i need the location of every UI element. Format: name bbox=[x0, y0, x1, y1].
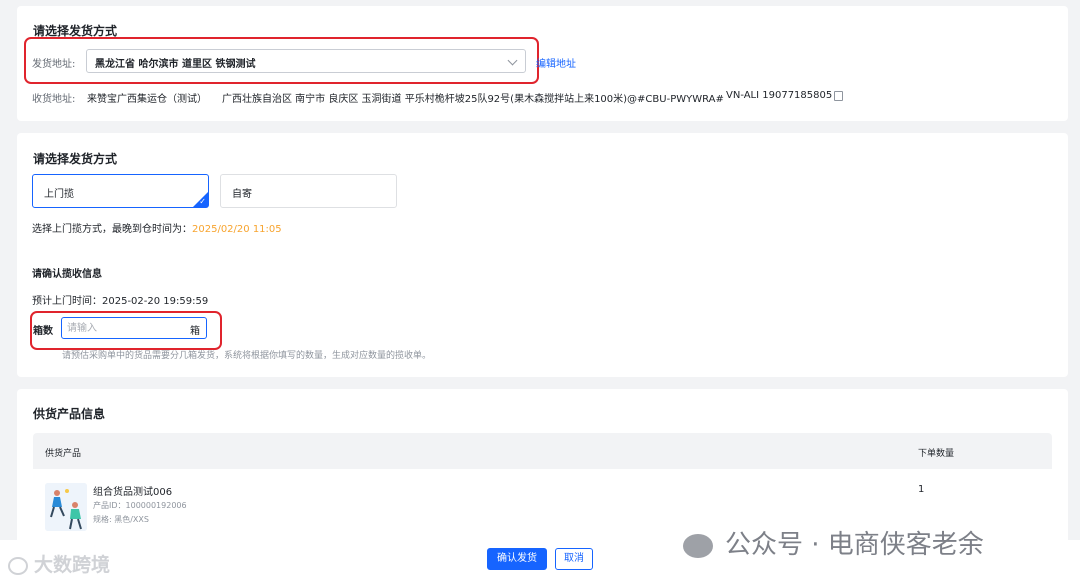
watermark-logo-icon bbox=[8, 556, 28, 575]
watermark-left-text: 大数跨境 bbox=[34, 554, 111, 576]
to-address-label: 收货地址: bbox=[32, 94, 76, 105]
product-id: 产品ID：100000192006 bbox=[93, 501, 187, 510]
column-header-quantity: 下单数量 bbox=[918, 449, 955, 459]
section-title-products: 供货产品信息 bbox=[33, 407, 106, 421]
wechat-icon bbox=[683, 533, 713, 558]
to-address-phone: VN-ALI 19077185805 bbox=[726, 90, 833, 101]
copy-icon[interactable] bbox=[834, 91, 843, 101]
column-header-product: 供货产品 bbox=[45, 449, 82, 459]
from-address-select[interactable]: 黑龙江省 哈尔滨市 道里区 铁钢测试 bbox=[86, 49, 526, 73]
watermark-right: 公众号 · 电商侠客老余 bbox=[683, 524, 984, 561]
deadline-time: 2025/02/20 11:05 bbox=[192, 224, 282, 235]
box-count-field[interactable]: 箱 bbox=[61, 317, 207, 339]
product-name: 组合货品测试006 bbox=[93, 487, 173, 498]
watermark-left: 大数跨境 bbox=[8, 550, 110, 577]
product-spec: 规格: 黑色/XXS bbox=[93, 515, 149, 524]
box-count-hint: 请预估采购单中的货品需要分几箱发货，系统将根据你填写的数量，生成对应数量的揽收单… bbox=[62, 351, 432, 361]
watermark-right-text: 公众号 · 电商侠客老余 bbox=[725, 530, 984, 560]
to-address-detail: 广西壮族自治区 南宁市 良庆区 玉洞街道 平乐村桅杆坡25队92号(果木森搅拌站… bbox=[222, 94, 724, 105]
method-option-pickup[interactable]: 上门揽 ✓ bbox=[32, 174, 209, 208]
method-note: 选择上门揽方式，最晚到仓时间为：2025/02/20 11:05 bbox=[32, 220, 282, 235]
box-count-suffix: 箱 bbox=[190, 326, 200, 337]
check-icon: ✓ bbox=[199, 197, 206, 206]
from-address-label: 发货地址: bbox=[32, 59, 76, 70]
from-address-value: 黑龙江省 哈尔滨市 道里区 铁钢测试 bbox=[95, 59, 256, 70]
cancel-button[interactable]: 取消 bbox=[555, 548, 593, 570]
table-header: 供货产品 下单数量 bbox=[33, 433, 1052, 469]
method-note-prefix: 选择上门揽方式，最晚到仓时间为： bbox=[32, 224, 192, 235]
pickup-time: 预计上门时间：2025-02-20 19:59:59 bbox=[32, 296, 209, 307]
method-option-label: 自寄 bbox=[232, 189, 252, 200]
method-option-label: 上门揽 bbox=[44, 189, 74, 200]
chevron-down-icon bbox=[507, 55, 518, 66]
confirm-pickup-title: 请确认揽收信息 bbox=[32, 269, 102, 280]
section-title-method: 请选择发货方式 bbox=[33, 152, 118, 166]
box-count-input[interactable] bbox=[67, 321, 177, 335]
product-quantity: 1 bbox=[918, 484, 925, 495]
product-image bbox=[45, 483, 87, 531]
shipping-address-card: 请选择发货方式 发货地址: 黑龙江省 哈尔滨市 道里区 铁钢测试 编辑地址 收货… bbox=[17, 6, 1068, 121]
to-address-warehouse: 来赞宝广西集运仓（测试） bbox=[87, 94, 207, 105]
box-count-label: 箱数 bbox=[33, 326, 53, 337]
confirm-shipping-button[interactable]: 确认发货 bbox=[487, 548, 547, 570]
edit-address-link[interactable]: 编辑地址 bbox=[536, 55, 576, 70]
method-option-self-send[interactable]: 自寄 bbox=[220, 174, 397, 208]
